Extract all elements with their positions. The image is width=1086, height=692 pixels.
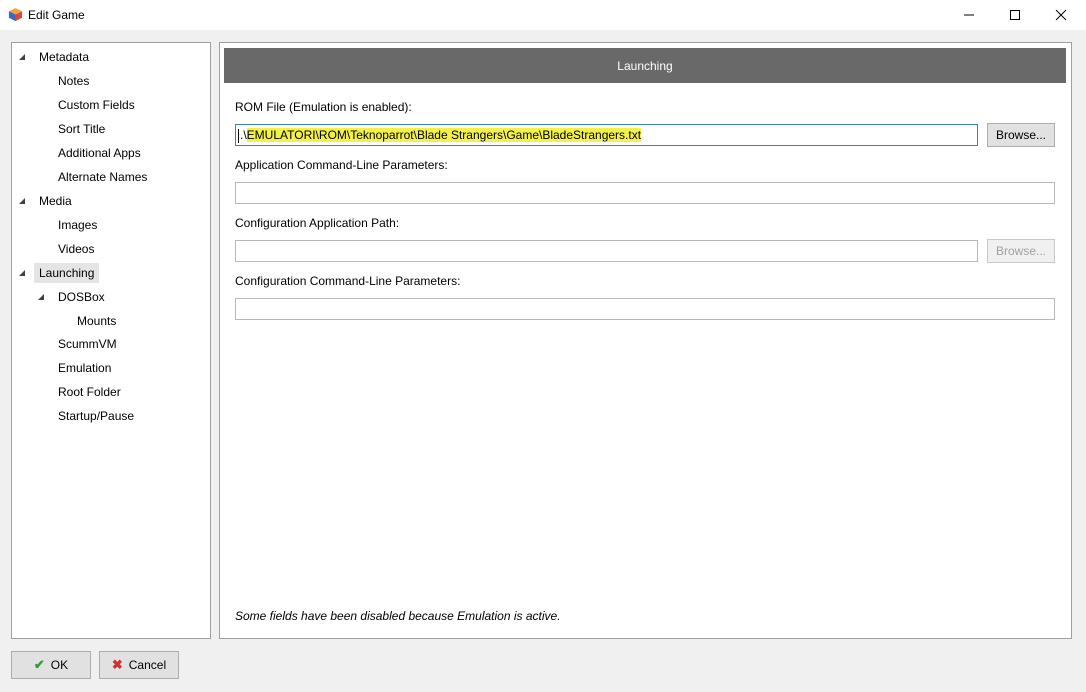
close-button[interactable] — [1038, 0, 1084, 30]
maximize-button[interactable] — [992, 0, 1038, 30]
tree-item-alternate-names[interactable]: Alternate Names — [58, 167, 147, 187]
tree-item-sort-title[interactable]: Sort Title — [58, 119, 105, 139]
tree-item-custom-fields[interactable]: Custom Fields — [58, 95, 135, 115]
minimize-icon — [964, 14, 974, 16]
rom-file-value: EMULATORI\ROM\Teknoparrot\Blade Stranger… — [246, 128, 642, 142]
tree-item-scummvm[interactable]: ScummVM — [58, 334, 117, 354]
app-params-label: Application Command-Line Parameters: — [235, 158, 448, 172]
expand-dosbox-icon[interactable] — [38, 294, 44, 300]
window-title: Edit Game — [28, 8, 85, 22]
tree-item-root-folder[interactable]: Root Folder — [58, 382, 121, 402]
launching-panel: Launching ROM File (Emulation is enabled… — [219, 42, 1072, 639]
ok-button[interactable]: ✔ OK — [11, 651, 91, 679]
expand-media-icon[interactable] — [19, 198, 25, 204]
emulation-note: Some fields have been disabled because E… — [235, 609, 561, 623]
tree-item-images[interactable]: Images — [58, 215, 97, 235]
tree-item-additional-apps[interactable]: Additional Apps — [58, 143, 141, 163]
tree-item-videos[interactable]: Videos — [58, 239, 94, 259]
rom-file-input[interactable]: .\EMULATORI\ROM\Teknoparrot\Blade Strang… — [235, 124, 978, 146]
tree-item-notes[interactable]: Notes — [58, 71, 89, 91]
tree-item-startup-pause[interactable]: Startup/Pause — [58, 406, 134, 426]
rom-browse-button[interactable]: Browse... — [987, 123, 1055, 147]
cancel-label: Cancel — [128, 658, 167, 672]
text-caret — [238, 128, 239, 143]
section-header: Launching — [224, 48, 1066, 83]
tree-item-launching[interactable]: Launching — [34, 263, 100, 283]
maximize-icon — [1010, 10, 1020, 20]
checkmark-icon: ✔ — [33, 657, 45, 672]
rom-file-prefix: .\ — [240, 128, 247, 142]
expand-launching-icon[interactable] — [19, 270, 25, 276]
config-params-input[interactable] — [235, 298, 1055, 320]
config-path-label: Configuration Application Path: — [235, 216, 400, 230]
config-browse-button[interactable]: Browse... — [987, 239, 1055, 263]
title-bar: Edit Game — [0, 0, 1086, 30]
cancel-button[interactable]: ✖ Cancel — [99, 651, 179, 679]
tree-item-media[interactable]: Media — [39, 191, 72, 211]
expand-metadata-icon[interactable] — [19, 54, 25, 60]
tree-item-mounts[interactable]: Mounts — [77, 311, 116, 331]
app-cube-icon — [8, 7, 23, 22]
tree-item-metadata[interactable]: Metadata — [39, 47, 89, 67]
minimize-button[interactable] — [946, 0, 992, 30]
rom-file-label: ROM File (Emulation is enabled): — [235, 100, 412, 114]
app-params-input[interactable] — [235, 182, 1055, 204]
tree-item-dosbox[interactable]: DOSBox — [58, 287, 105, 307]
cancel-x-icon: ✖ — [111, 657, 123, 672]
config-path-input[interactable] — [235, 240, 978, 262]
config-params-label: Configuration Command-Line Parameters: — [235, 274, 461, 288]
close-icon — [1055, 9, 1067, 21]
tree-item-emulation[interactable]: Emulation — [58, 358, 111, 378]
ok-label: OK — [50, 658, 69, 672]
navigation-tree: Metadata Notes Custom Fields Sort Title … — [11, 42, 211, 639]
